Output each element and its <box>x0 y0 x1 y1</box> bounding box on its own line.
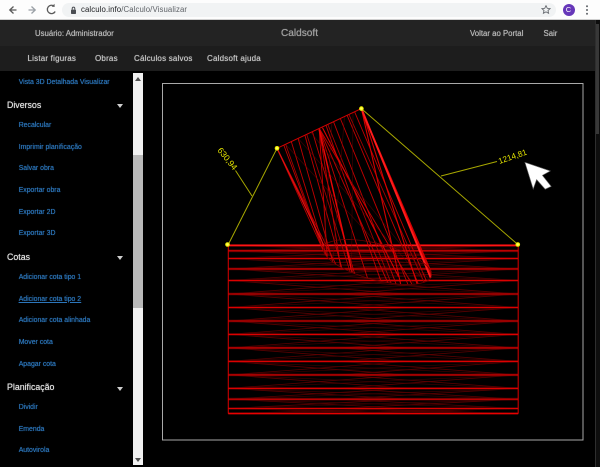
svg-text:1214,81: 1214,81 <box>497 148 528 166</box>
svg-text:630,94: 630,94 <box>215 145 239 172</box>
